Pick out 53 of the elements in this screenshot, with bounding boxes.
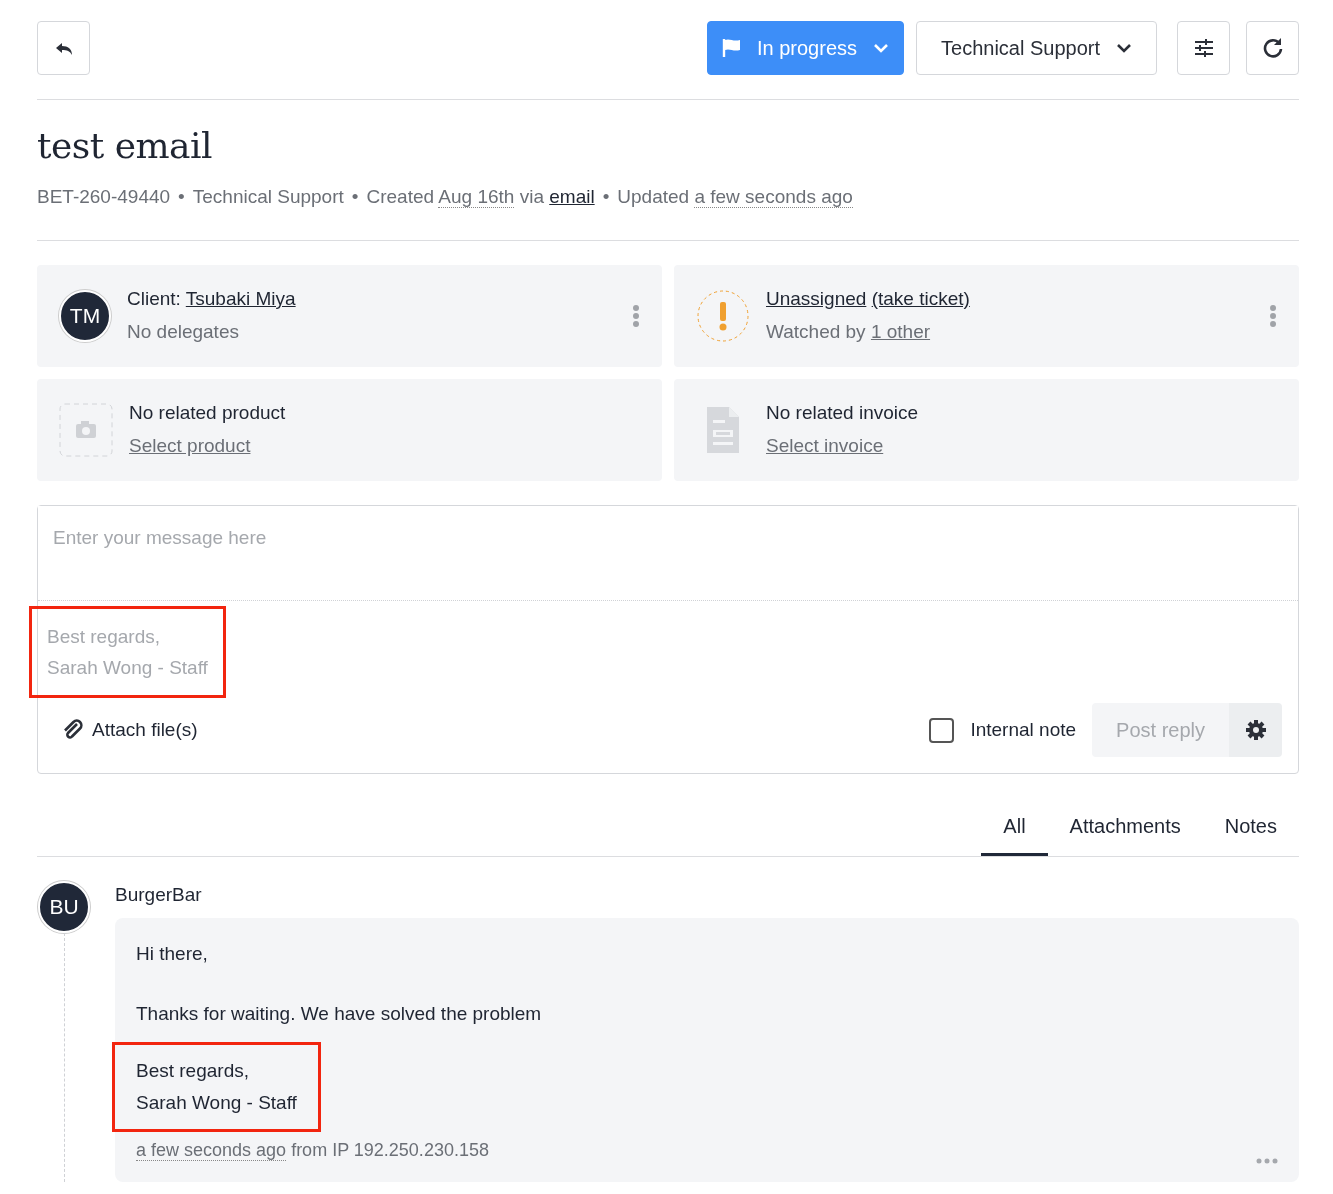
filter-button[interactable] [1177, 21, 1230, 75]
signature-text: Best regards, Sarah Wong - Staff [115, 1044, 318, 1129]
refresh-button[interactable] [1246, 21, 1299, 75]
link[interactable]: 1 other [870, 320, 931, 342]
date-text: Aug 16th [438, 186, 515, 209]
flag-icon [721, 38, 741, 58]
back-button[interactable] [37, 21, 90, 75]
attach-link[interactable]: Attach file(s) [62, 715, 198, 745]
caret-icon [873, 42, 889, 54]
sliders-icon [1192, 38, 1215, 58]
ticket-title: test email [37, 124, 214, 168]
label-text: No related product [129, 402, 286, 424]
settings-icon [1244, 719, 1267, 742]
caret-icon [1116, 42, 1132, 54]
avatar: TM [59, 289, 111, 342]
camera-icon [59, 402, 113, 457]
date-text: a few seconds ago [694, 186, 853, 209]
link[interactable]: Select product [129, 434, 251, 456]
label-text: BET-260-49440 [37, 186, 171, 208]
paperclip-icon [62, 719, 84, 742]
tab[interactable]: All [981, 798, 1048, 857]
link[interactable]: (take ticket) [871, 288, 970, 310]
timestamp-text: a few seconds ago [136, 1139, 287, 1161]
tab[interactable]: Notes [1202, 798, 1299, 857]
link[interactable]: email [549, 186, 595, 208]
checkbox-label: Internal note [970, 717, 1077, 742]
label-text: No related invoice [766, 402, 919, 424]
label-text: No delegates [127, 320, 239, 342]
label-text: Updated [617, 186, 690, 208]
department-dropdown[interactable]: Technical Support [916, 21, 1157, 75]
checkbox[interactable] [929, 717, 955, 743]
source-text: from IP 192.250.230.158 [291, 1139, 489, 1160]
separator-dot: • [178, 185, 185, 210]
settings-button[interactable] [1229, 703, 1282, 758]
link[interactable]: Select invoice [766, 434, 884, 456]
warning-icon [696, 288, 750, 343]
avatar: BU [38, 881, 90, 934]
link[interactable]: Tsubaki Miya [185, 288, 296, 310]
label-text: Created [366, 186, 435, 208]
label-text: Technical Support [192, 186, 344, 208]
message-text: Hi there, [136, 941, 209, 966]
separator-dot: • [351, 185, 359, 210]
label-text: via [519, 186, 544, 208]
message-text: Thanks for waiting. We have solved the problem [136, 1002, 543, 1027]
author-name: BurgerBar [115, 883, 203, 908]
separator-dot: • [602, 185, 610, 210]
refresh-icon [1261, 37, 1284, 59]
more-dots-icon[interactable] [1256, 1157, 1278, 1164]
tab[interactable]: Attachments [1047, 798, 1203, 857]
label-text: Watched by [766, 320, 866, 342]
link[interactable]: Unassigned [766, 288, 867, 310]
signature-text: Best regards, Sarah Wong - Staff [32, 609, 223, 696]
label-text: Client: [127, 288, 181, 310]
